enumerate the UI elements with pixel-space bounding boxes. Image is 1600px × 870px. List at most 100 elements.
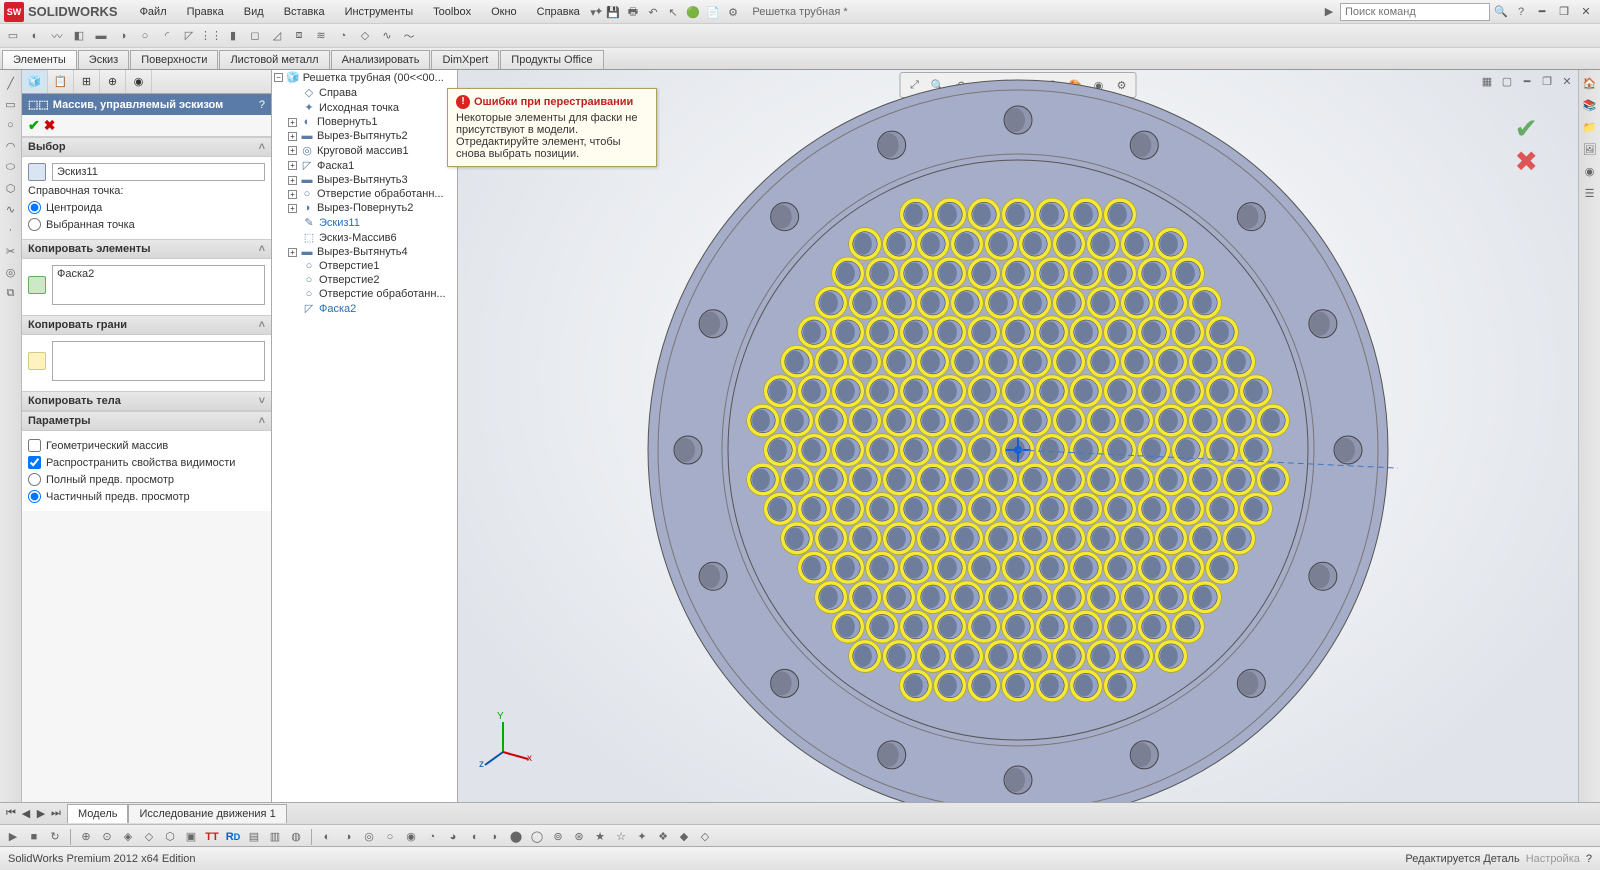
tree-item[interactable]: +◸Фаска1	[272, 158, 457, 173]
tree-item[interactable]: +◑Вырез-Повернуть2	[272, 201, 457, 215]
tab-first-icon[interactable]: ⏮	[4, 807, 18, 820]
mt-13[interactable]: ○	[381, 828, 399, 846]
polygon-tool-icon[interactable]: ⬡	[2, 179, 20, 197]
mt-4[interactable]: ◇	[140, 828, 158, 846]
print-icon[interactable]: 🖶	[624, 3, 642, 21]
viewport-layout-icon[interactable]: ▦	[1478, 72, 1496, 90]
rib-icon[interactable]: ▮	[224, 27, 242, 45]
spline-icon[interactable]: 〜	[400, 27, 418, 45]
mt-20[interactable]: ◯	[528, 828, 546, 846]
radio-full-preview[interactable]: Полный предв. просмотр	[28, 471, 265, 488]
pattern-icon[interactable]: ⋮⋮	[202, 27, 220, 45]
menu-file[interactable]: Файл	[130, 2, 177, 22]
mt-19[interactable]: ⬤	[507, 828, 525, 846]
tab-dimxpert[interactable]: DimXpert	[431, 50, 499, 69]
arc-tool-icon[interactable]: ◠	[2, 137, 20, 155]
custom-props-icon[interactable]: ☰	[1581, 184, 1599, 202]
tree-item[interactable]: ◇Справа	[272, 85, 457, 100]
mt-18[interactable]: ◗	[486, 828, 504, 846]
mt-6[interactable]: ▣	[182, 828, 200, 846]
viewport-close-icon[interactable]: ✕	[1558, 72, 1576, 90]
mt-16[interactable]: ◕	[444, 828, 462, 846]
fillet-icon[interactable]: ◜	[158, 27, 176, 45]
mt-tt-icon[interactable]: TT	[203, 828, 221, 846]
mt-9[interactable]: ◍	[287, 828, 305, 846]
tree-root[interactable]: − 🧊 Решетка трубная (00<<00...	[272, 70, 457, 85]
check-propagate-vis[interactable]: Распространить свойства видимости	[28, 454, 265, 471]
options-icon[interactable]: 📄	[704, 3, 722, 21]
undo-icon[interactable]: ↶	[644, 3, 662, 21]
select-icon[interactable]: ↖	[664, 3, 682, 21]
expander-icon[interactable]: −	[274, 73, 283, 82]
settings-icon[interactable]: ⚙	[724, 3, 742, 21]
tree-item[interactable]: +▬Вырез-Вытянуть2	[272, 129, 457, 143]
search-scope-icon[interactable]: ▶	[1320, 3, 1338, 21]
copy-faces-icon[interactable]	[28, 352, 46, 370]
viewport-minimize-icon[interactable]: ━	[1518, 72, 1536, 90]
rect-tool-icon[interactable]: ▭	[2, 95, 20, 113]
display-tab-icon[interactable]: ◉	[126, 70, 152, 93]
viewport-link-icon[interactable]: ▢	[1498, 72, 1516, 90]
open-doc-icon[interactable]: ▾	[584, 3, 602, 21]
status-help-icon[interactable]: ?	[1586, 853, 1592, 865]
expander-icon[interactable]: +	[288, 190, 297, 199]
view-palette-icon[interactable]: 🖼	[1581, 140, 1599, 158]
tree-item[interactable]: +▬Вырез-Вытянуть3	[272, 173, 457, 187]
home-icon[interactable]: 🏠	[1581, 74, 1599, 92]
loft-icon[interactable]: ◧	[70, 27, 88, 45]
tree-item[interactable]: ○Отверстие1	[272, 259, 457, 273]
status-settings-link[interactable]: Настройка	[1526, 853, 1580, 865]
tree-item[interactable]: +▬Вырез-Вытянуть4	[272, 245, 457, 259]
revolve-icon[interactable]: ◐	[26, 27, 44, 45]
mt-stop-icon[interactable]: ■	[25, 828, 43, 846]
select-sketch-field[interactable]: Эскиз11	[52, 163, 265, 181]
select-sketch-icon[interactable]	[28, 163, 46, 181]
radio-centroid[interactable]: Центроида	[28, 199, 265, 216]
offset-tool-icon[interactable]: ◎	[2, 263, 20, 281]
window-minimize-icon[interactable]: ━	[1532, 4, 1552, 20]
mt-22[interactable]: ⊛	[570, 828, 588, 846]
mt-loop-icon[interactable]: ↻	[46, 828, 64, 846]
dome-icon[interactable]: ◔	[334, 27, 352, 45]
menu-insert[interactable]: Вставка	[274, 2, 335, 22]
radio-selected-point[interactable]: Выбранная точка	[28, 216, 265, 233]
confirm-ok-icon[interactable]: ✔	[1515, 113, 1538, 144]
tree-item[interactable]: ○Отверстие обработанн...	[272, 287, 457, 301]
line-tool-icon[interactable]: ╱	[2, 74, 20, 92]
tab-evaluate[interactable]: Анализировать	[331, 50, 431, 69]
mt-rd-icon[interactable]: RD	[224, 828, 242, 846]
tab-last-icon[interactable]: ⏭	[49, 807, 63, 820]
extrude-icon[interactable]: ▭	[4, 27, 22, 45]
copy-faces-field[interactable]	[52, 341, 265, 381]
help-icon[interactable]: ?	[1512, 3, 1530, 21]
pm-help-icon[interactable]: ?	[259, 99, 265, 111]
tree-item[interactable]: ◸Фаска2	[272, 301, 457, 316]
tab-next-icon[interactable]: ▶	[34, 807, 48, 820]
mt-5[interactable]: ⬡	[161, 828, 179, 846]
tab-prev-icon[interactable]: ◀	[19, 807, 33, 820]
spline-tool-icon[interactable]: ∿	[2, 200, 20, 218]
mt-11[interactable]: ◑	[339, 828, 357, 846]
mt-25[interactable]: ✦	[633, 828, 651, 846]
tab-surfaces[interactable]: Поверхности	[130, 50, 218, 69]
section-select-head[interactable]: Выбор ˄	[22, 137, 271, 157]
viewport-maximize-icon[interactable]: ❐	[1538, 72, 1556, 90]
draft-icon[interactable]: ◿	[268, 27, 286, 45]
tree-item[interactable]: +◐Повернуть1	[272, 115, 457, 129]
expander-icon[interactable]: +	[288, 132, 297, 141]
appearances-icon[interactable]: ◉	[1581, 162, 1599, 180]
section-copy-faces-head[interactable]: Копировать грани ˄	[22, 315, 271, 335]
cut-extrude-icon[interactable]: ▬	[92, 27, 110, 45]
property-tab-icon[interactable]: 📋	[48, 70, 74, 93]
menu-toolbox[interactable]: Toolbox	[423, 2, 481, 22]
menu-view[interactable]: Вид	[234, 2, 274, 22]
mt-play-icon[interactable]: ▶	[4, 828, 22, 846]
expander-icon[interactable]: +	[288, 176, 297, 185]
file-explorer-icon[interactable]: 📁	[1581, 118, 1599, 136]
menu-edit[interactable]: Правка	[177, 2, 234, 22]
mt-2[interactable]: ⊙	[98, 828, 116, 846]
mt-28[interactable]: ◇	[696, 828, 714, 846]
circle-tool-icon[interactable]: ○	[2, 116, 20, 134]
config-tab-icon[interactable]: ⊞	[74, 70, 100, 93]
mt-10[interactable]: ◐	[318, 828, 336, 846]
